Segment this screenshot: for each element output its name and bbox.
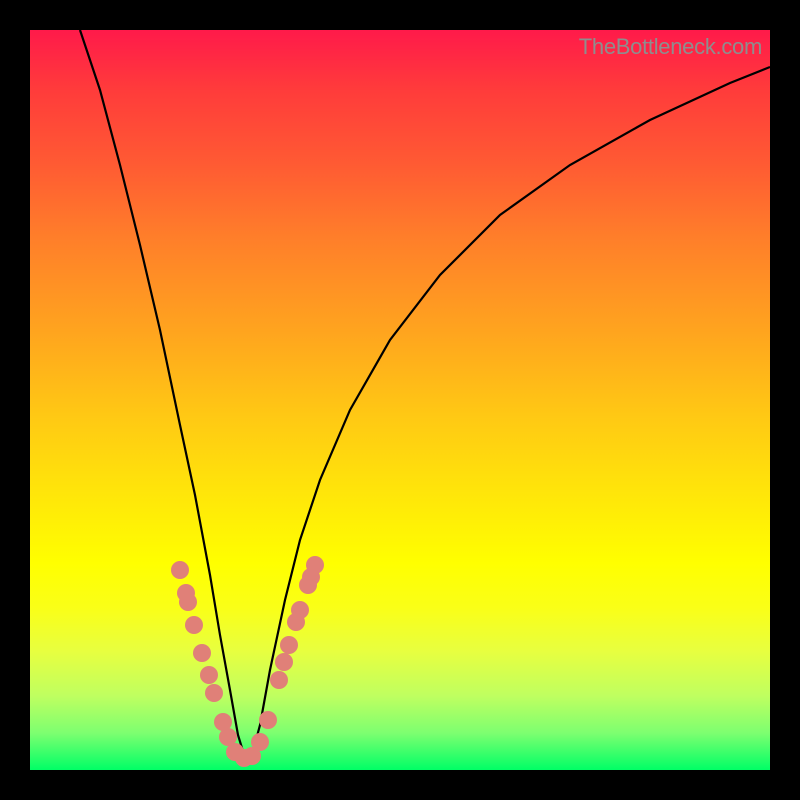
bottleneck-curve (80, 30, 770, 758)
marker-dot (200, 666, 218, 684)
marker-dot (251, 733, 269, 751)
marker-dot (185, 616, 203, 634)
marker-dot (275, 653, 293, 671)
marker-dot (270, 671, 288, 689)
marker-dot (291, 601, 309, 619)
marker-dot (280, 636, 298, 654)
plot-area: TheBottleneck.com (30, 30, 770, 770)
marker-dot (259, 711, 277, 729)
marker-dot (306, 556, 324, 574)
chart-svg (30, 30, 770, 770)
marker-dot (193, 644, 211, 662)
marker-dot (179, 593, 197, 611)
chart-container: TheBottleneck.com (0, 0, 800, 800)
marker-dot (171, 561, 189, 579)
marker-dot (205, 684, 223, 702)
